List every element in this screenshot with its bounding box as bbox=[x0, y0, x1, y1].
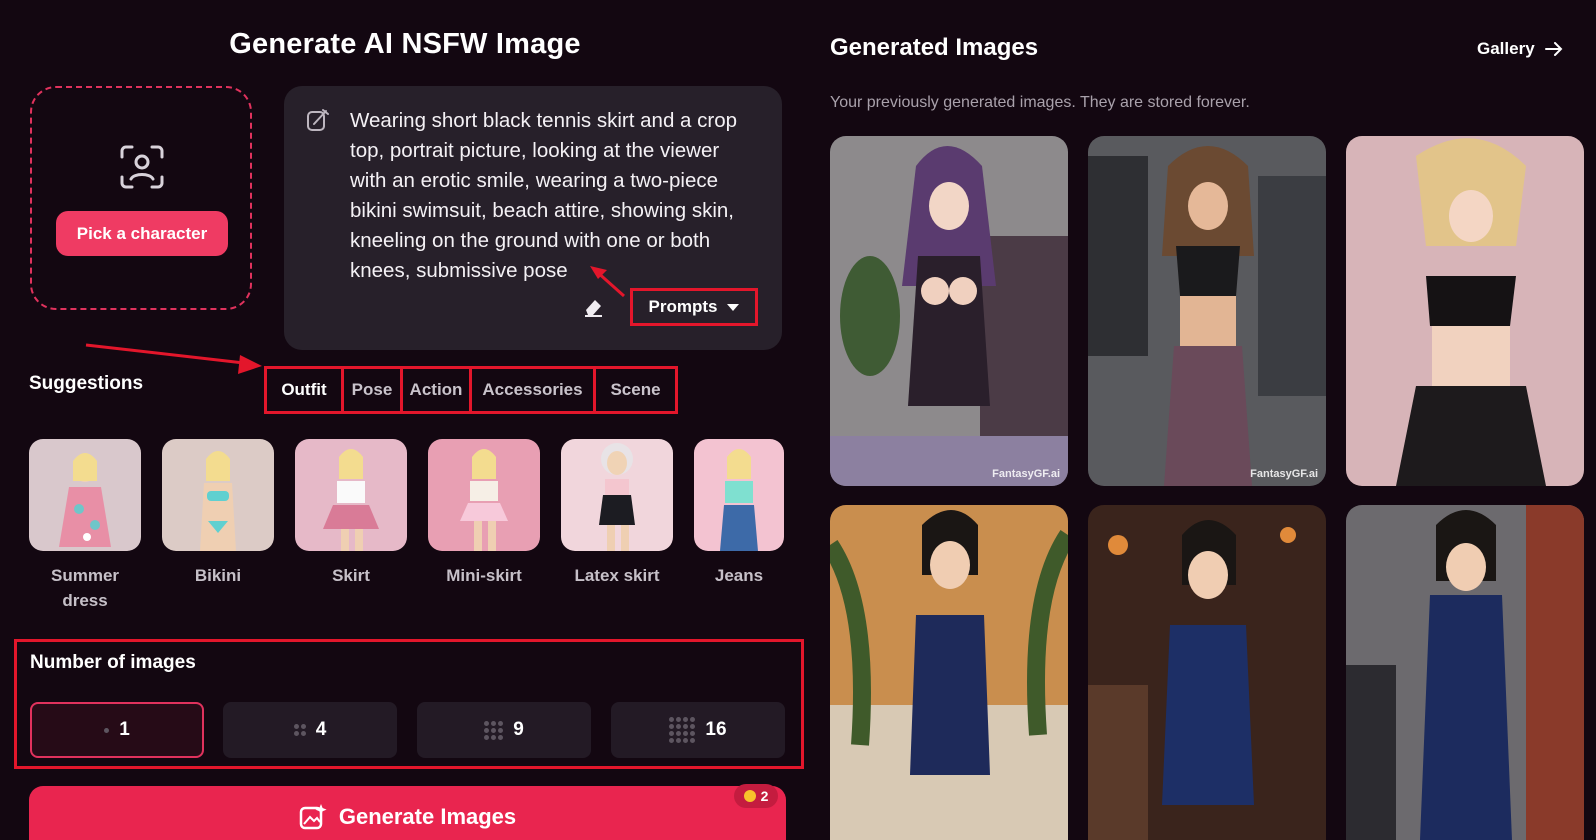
generated-image[interactable] bbox=[1346, 505, 1584, 840]
suggestion-label: Summer dress bbox=[50, 566, 120, 610]
image-count-option-1[interactable]: 1 bbox=[30, 702, 204, 758]
suggestion-thumbnail bbox=[29, 439, 141, 551]
tab-accessories[interactable]: Accessories bbox=[469, 366, 596, 414]
generated-images-subtitle: Your previously generated images. They a… bbox=[830, 94, 1250, 111]
grid-16-icon bbox=[669, 717, 696, 743]
suggestion-thumbnail bbox=[694, 439, 784, 551]
watermark: FantasyGF.ai bbox=[992, 468, 1060, 480]
arrow-right-icon bbox=[1544, 42, 1563, 56]
image-count-option-4[interactable]: 4 bbox=[223, 702, 397, 758]
watermark: FantasyGF.ai bbox=[1250, 468, 1318, 480]
suggestion-label: Skirt bbox=[332, 566, 370, 585]
image-count-option-16[interactable]: 16 bbox=[611, 702, 785, 758]
image-count-label: 4 bbox=[315, 719, 327, 740]
generate-images-button[interactable]: Generate Images bbox=[29, 786, 786, 840]
grid-1-icon bbox=[104, 727, 110, 733]
suggestion-item-skirt[interactable]: Skirt bbox=[295, 439, 407, 588]
image-sparkle-icon bbox=[299, 804, 327, 830]
gallery-link[interactable]: Gallery bbox=[1477, 39, 1563, 59]
suggestions-label: Suggestions bbox=[29, 373, 144, 394]
image-count-label: 16 bbox=[705, 719, 727, 740]
suggestion-item-mini-skirt[interactable]: Mini-skirt bbox=[428, 439, 540, 588]
image-count-option-9[interactable]: 9 bbox=[417, 702, 591, 758]
prompts-label: Prompts bbox=[648, 297, 718, 316]
generated-image[interactable] bbox=[1088, 505, 1326, 840]
suggestion-tabs: Outfit Pose Action Accessories Scene bbox=[264, 366, 678, 414]
credit-cost-badge: 2 bbox=[734, 784, 778, 808]
generated-image[interactable]: FantasyGF.ai bbox=[1088, 136, 1326, 486]
generated-image[interactable]: FantasyGF.ai bbox=[830, 136, 1068, 486]
gallery-label: Gallery bbox=[1477, 39, 1535, 58]
suggestion-thumbnail bbox=[428, 439, 540, 551]
suggestion-thumbnail bbox=[561, 439, 673, 551]
character-picker[interactable]: Pick a character bbox=[30, 86, 252, 310]
suggestion-thumbnail bbox=[162, 439, 274, 551]
prompt-card: Wearing short black tennis skirt and a c… bbox=[284, 86, 782, 350]
suggestion-label: Latex skirt bbox=[574, 566, 660, 585]
image-count-label: 9 bbox=[513, 719, 524, 740]
grid-4-icon bbox=[293, 724, 306, 736]
suggestion-label: Bikini bbox=[194, 566, 242, 585]
number-of-images-section: Number of images 1 4 9 16 bbox=[14, 639, 804, 769]
suggestion-label: Jeans bbox=[714, 566, 764, 585]
suggestion-label: Mini-skirt bbox=[446, 566, 522, 585]
credit-cost: 2 bbox=[760, 788, 769, 804]
generated-images-title: Generated Images bbox=[830, 34, 1039, 61]
suggestion-item-jeans[interactable]: Jeans bbox=[694, 439, 784, 588]
prompt-textarea[interactable]: Wearing short black tennis skirt and a c… bbox=[350, 106, 760, 286]
number-of-images-label: Number of images bbox=[30, 652, 196, 673]
generate-images-label: Generate Images bbox=[338, 804, 517, 829]
tab-pose[interactable]: Pose bbox=[341, 366, 403, 414]
chevron-down-icon bbox=[727, 303, 740, 311]
suggestion-item-latex-skirt[interactable]: Latex skirt bbox=[561, 439, 673, 588]
generated-image[interactable] bbox=[830, 505, 1068, 840]
tab-action[interactable]: Action bbox=[400, 366, 472, 414]
page-title: Generate AI NSFW Image bbox=[229, 28, 581, 60]
pick-character-button[interactable]: Pick a character bbox=[56, 211, 228, 256]
image-count-label: 1 bbox=[119, 719, 130, 740]
tab-scene[interactable]: Scene bbox=[593, 366, 678, 414]
generated-image[interactable] bbox=[1346, 136, 1584, 486]
prompts-dropdown-button[interactable]: Prompts bbox=[630, 288, 758, 326]
suggestion-item-summer-dress[interactable]: Summer dress bbox=[29, 439, 141, 613]
suggestion-thumbnail bbox=[295, 439, 407, 551]
eraser-icon[interactable] bbox=[582, 296, 604, 318]
suggestion-item-bikini[interactable]: Bikini bbox=[162, 439, 274, 588]
grid-9-icon bbox=[484, 720, 504, 740]
coin-icon bbox=[743, 790, 756, 802]
tab-outfit[interactable]: Outfit bbox=[264, 366, 344, 414]
face-scan-icon bbox=[120, 145, 164, 189]
edit-prompt-icon bbox=[307, 109, 329, 131]
